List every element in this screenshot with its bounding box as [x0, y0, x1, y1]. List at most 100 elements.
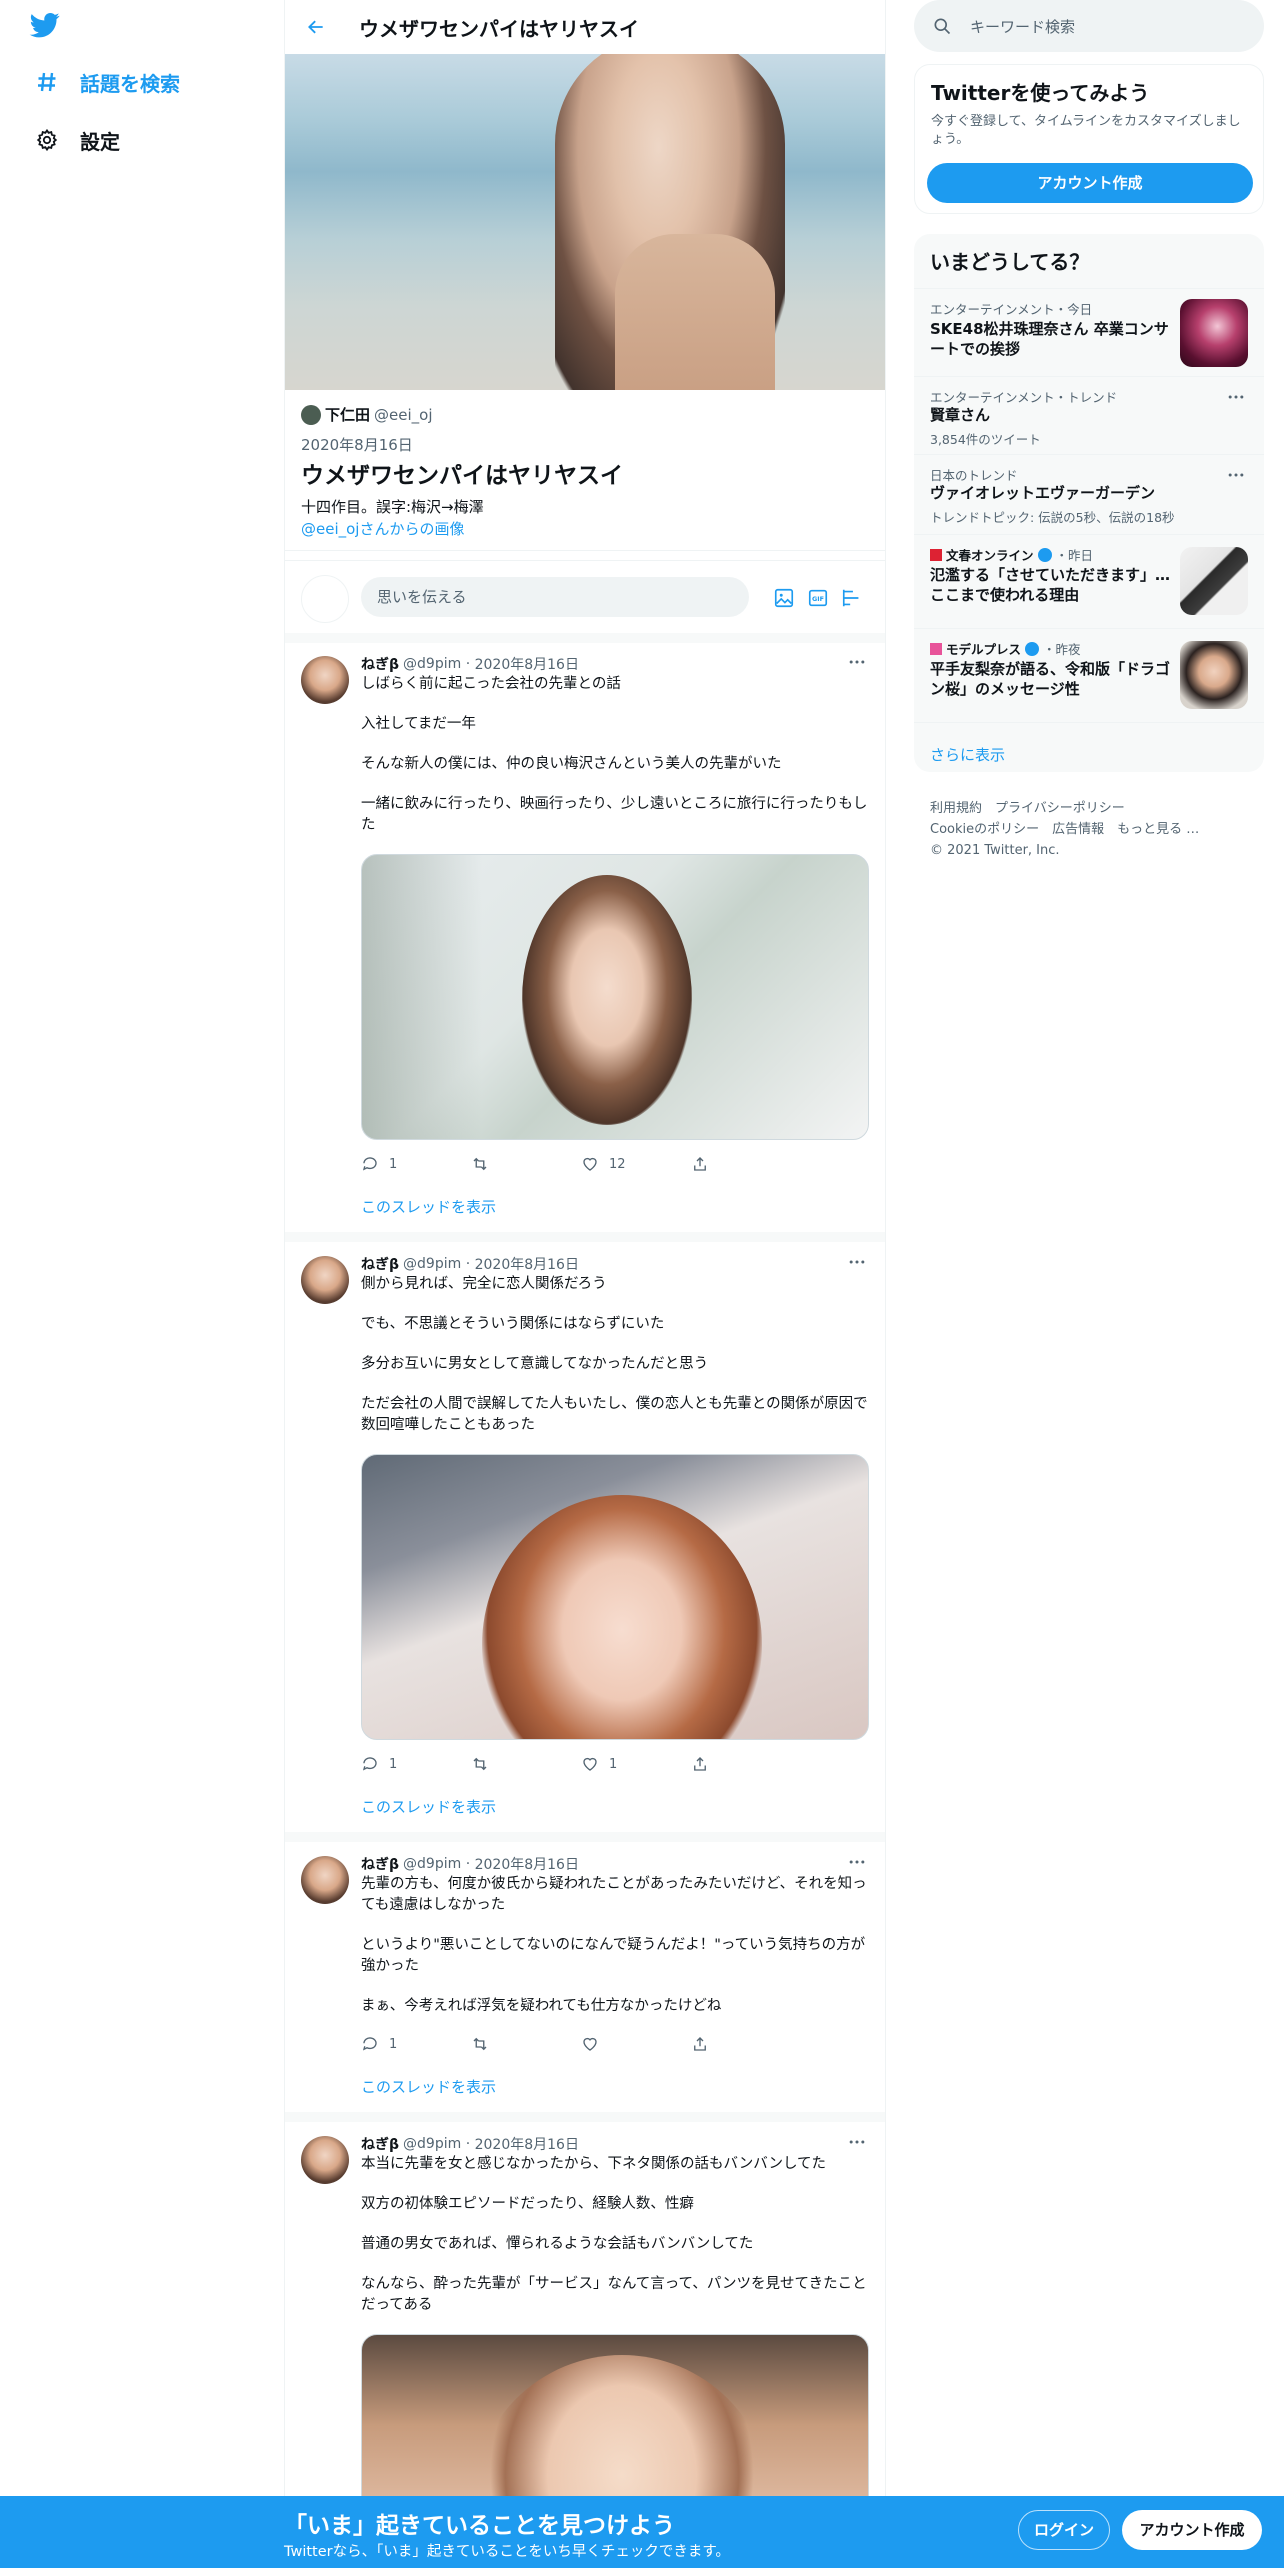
avatar[interactable] — [301, 2136, 349, 2184]
tweet-meta: ねぎβ @d9pim · 2020年8月16日 — [361, 2134, 579, 2154]
left-nav: 話題を検索 設定 — [0, 0, 284, 2568]
show-thread-link[interactable]: このスレッドを表示 — [361, 1796, 496, 1817]
show-thread-link[interactable]: このスレッドを表示 — [361, 1196, 496, 1217]
retweet-button[interactable] — [471, 1152, 581, 1176]
tweet-text: しばらく前に起こった会社の先輩との話 入社してまだ一年 そんな新人の僕には、仲の… — [361, 676, 868, 833]
list-title: ウメザワセンパイはヤリヤスイ — [301, 463, 623, 489]
more-icon[interactable] — [1226, 465, 1248, 485]
share-button[interactable] — [691, 2032, 801, 2056]
list-description: 十四作目。誤字:梅沢→梅澤 — [301, 498, 484, 516]
more-icon[interactable] — [847, 1852, 869, 1872]
heart-icon — [583, 2037, 597, 2051]
tweet-actions: 1 12 — [361, 1152, 801, 1176]
reply-icon — [362, 2037, 377, 2051]
trend-item[interactable]: 日本のトレンド ヴァイオレットエヴァーガーデン トレンドトピック: 伝説の5秒、… — [914, 454, 1264, 535]
nav-settings[interactable]: 設定 — [34, 118, 120, 162]
like-button[interactable] — [581, 2032, 691, 2056]
tweet-date[interactable]: 2020年8月16日 — [475, 2134, 579, 2154]
trend-item[interactable]: エンターテインメント・今日 SKE48松井珠理奈さん 卒業コンサートでの挨拶 — [914, 288, 1264, 377]
tweet-actions: 1 1 — [361, 1752, 801, 1776]
news-item[interactable]: モデルプレス ・昨夜 平手友梨奈が語る、令和版「ドラゴン桜」のメッセージ性 — [914, 628, 1264, 723]
show-more-link[interactable]: さらに表示 — [930, 744, 1005, 765]
news-thumbnail — [1180, 641, 1248, 709]
retweet-button[interactable] — [471, 2032, 581, 2056]
tweet-actions: 1 — [361, 2032, 801, 2056]
list-banner-image[interactable] — [285, 54, 885, 390]
author-name[interactable]: ねぎβ — [361, 1254, 399, 1274]
author-handle: @d9pim — [403, 656, 462, 672]
reply-button[interactable]: 1 — [361, 2032, 471, 2056]
tweet-date[interactable]: 2020年8月16日 — [475, 1254, 579, 1274]
author-name[interactable]: ねぎβ — [361, 1854, 399, 1874]
tweet[interactable]: ねぎβ @d9pim · 2020年8月16日 先輩の方も、何度か彼氏から疑われ… — [285, 1842, 885, 2122]
tweet[interactable]: ねぎβ @d9pim · 2020年8月16日 しばらく前に起こった会社の先輩と… — [285, 642, 885, 1242]
avatar[interactable] — [301, 1256, 349, 1304]
avatar[interactable] — [301, 656, 349, 704]
image-icon[interactable] — [773, 587, 795, 609]
heart-icon — [583, 1157, 597, 1171]
footer-links-1[interactable]: 利用規約 プライバシーポリシー — [930, 798, 1250, 819]
nav-settings-label: 設定 — [80, 129, 120, 154]
retweet-button[interactable] — [471, 1752, 581, 1776]
retweet-icon — [473, 1157, 487, 1171]
author-name[interactable]: ねぎβ — [361, 2134, 399, 2154]
nav-explore[interactable]: 話題を検索 — [34, 60, 180, 104]
nav-explore-label: 話題を検索 — [80, 71, 180, 96]
copyright: © 2021 Twitter, Inc. — [930, 843, 1060, 858]
tweet-date[interactable]: 2020年8月16日 — [475, 1854, 579, 1874]
main-column: ウメザワセンパイはヤリヤスイ 下仁田 @eei_oj 2020年8月16日 ウメ… — [284, 0, 886, 2536]
list-image-link[interactable]: @eei_ojさんからの画像 — [301, 518, 464, 539]
back-arrow-icon[interactable] — [301, 12, 331, 42]
news-item[interactable]: 文春オンライン ・昨日 氾濫する「させていただきます」…ここまで使われる理由 — [914, 534, 1264, 629]
more-icon[interactable] — [847, 1252, 869, 1272]
verified-icon — [1025, 641, 1040, 656]
tweet-text: 先輩の方も、何度か彼氏から疑われたことがあったみたいだけど、それを知っても遠慮は… — [361, 1876, 867, 2014]
login-button[interactable]: ログイン — [1018, 2510, 1110, 2550]
show-thread-link[interactable]: このスレッドを表示 — [361, 2076, 496, 2097]
retweet-icon — [473, 1757, 487, 1771]
tweet-date[interactable]: 2020年8月16日 — [475, 654, 579, 674]
twitter-bird-icon[interactable] — [28, 10, 68, 44]
search-input[interactable]: キーワード検索 — [970, 16, 1075, 37]
search-icon — [932, 16, 952, 36]
bottom-signup-bar: 「いま」起きていることを見つけよう Twitterなら、「いま」起きていることを… — [0, 2496, 1284, 2568]
tweet-meta: ねぎβ @d9pim · 2020年8月16日 — [361, 654, 579, 674]
trend-item[interactable]: エンターテインメント・トレンド 賢章さん 3,854件のツイート — [914, 376, 1264, 455]
sidebar-footer: 利用規約 プライバシーポリシー Cookieのポリシー 広告情報 もっと見る …… — [930, 798, 1250, 861]
create-account-button[interactable]: アカウント作成 — [927, 163, 1253, 203]
trends-title: いまどうしてる？ — [930, 250, 1090, 274]
tweet-image[interactable] — [361, 1454, 869, 1740]
reply-button[interactable]: 1 — [361, 1152, 471, 1176]
author-name[interactable]: ねぎβ — [361, 654, 399, 674]
tweet[interactable]: ねぎβ @d9pim · 2020年8月16日 側から見れば、完全に恋人関係だろ… — [285, 1242, 885, 1842]
poll-icon[interactable] — [841, 587, 863, 609]
footer-links-2[interactable]: Cookieのポリシー 広告情報 もっと見る … — [930, 819, 1250, 840]
tweet[interactable]: ねぎβ @d9pim · 2020年8月16日 本当に先輩を女と感じなかったから… — [285, 2122, 885, 2536]
owner-avatar — [301, 404, 321, 425]
like-button[interactable]: 1 — [581, 1752, 691, 1776]
create-account-button[interactable]: アカウント作成 — [1122, 2510, 1262, 2550]
share-button[interactable] — [691, 1752, 801, 1776]
like-button[interactable]: 12 — [581, 1152, 691, 1176]
tweet-meta: ねぎβ @d9pim · 2020年8月16日 — [361, 1854, 579, 1874]
composer: 思いを伝える GIF — [285, 560, 885, 643]
tweet-meta: ねぎβ @d9pim · 2020年8月16日 — [361, 1254, 579, 1274]
page-title: ウメザワセンパイはヤリヤスイ — [359, 16, 639, 41]
hashtag-icon — [34, 69, 60, 95]
more-icon[interactable] — [1226, 387, 1248, 407]
composer-input[interactable]: 思いを伝える — [361, 577, 749, 617]
search-box[interactable]: キーワード検索 — [914, 0, 1264, 52]
list-owner[interactable]: 下仁田 @eei_oj — [301, 404, 433, 425]
source-logo — [930, 548, 942, 561]
avatar[interactable] — [301, 1856, 349, 1904]
more-icon[interactable] — [847, 652, 869, 672]
share-icon — [694, 2037, 706, 2051]
owner-name: 下仁田 — [325, 406, 371, 424]
more-icon[interactable] — [847, 2132, 869, 2152]
reply-button[interactable]: 1 — [361, 1752, 471, 1776]
gif-icon[interactable]: GIF — [807, 587, 829, 609]
share-button[interactable] — [691, 1152, 801, 1176]
trends-card: いまどうしてる？ エンターテインメント・今日 SKE48松井珠理奈さん 卒業コン… — [914, 234, 1264, 772]
tweet-image[interactable] — [361, 854, 869, 1140]
share-icon — [694, 1157, 706, 1171]
